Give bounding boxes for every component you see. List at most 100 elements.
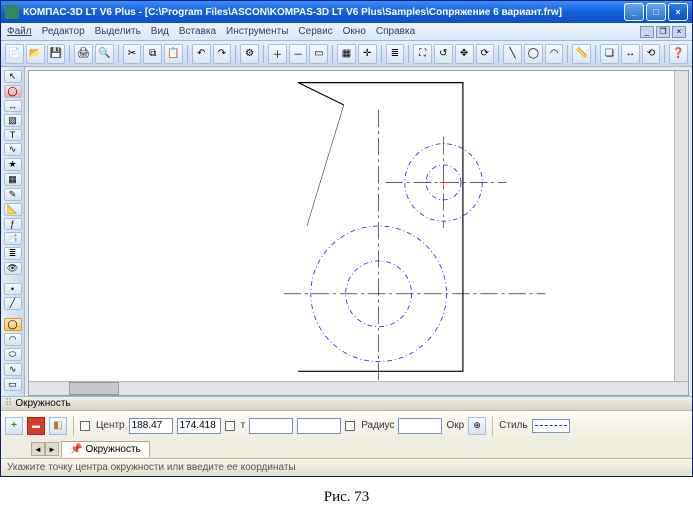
- point-y-input[interactable]: [297, 418, 341, 434]
- point-x-input[interactable]: [249, 418, 293, 434]
- zoom-in-button[interactable]: ＋: [268, 44, 287, 64]
- move-button[interactable]: ↔: [621, 44, 640, 64]
- save-button[interactable]: 💾: [47, 44, 66, 64]
- tool-view-button[interactable]: 👁: [4, 262, 22, 275]
- scroll-thumb[interactable]: [69, 382, 119, 395]
- drawing-canvas[interactable]: [29, 71, 674, 381]
- ruler-button[interactable]: 📏: [572, 44, 591, 64]
- toggle-button[interactable]: ◧: [49, 417, 67, 435]
- arc-button[interactable]: ◠: [545, 44, 564, 64]
- tool-text-button[interactable]: T: [4, 129, 22, 141]
- style-label: Стиль: [499, 420, 527, 431]
- tool-segment-button[interactable]: ╱: [4, 297, 22, 310]
- circle-button[interactable]: ◯: [524, 44, 543, 64]
- property-header[interactable]: ⠿ Окружность: [1, 397, 692, 411]
- property-title: Окружность: [15, 398, 70, 409]
- tab-circle[interactable]: 📌Окружность: [61, 441, 150, 457]
- menu-view[interactable]: Вид: [151, 26, 169, 37]
- refresh-button[interactable]: ⟳: [476, 44, 495, 64]
- tool-ellipse-button[interactable]: ⬭: [4, 348, 22, 361]
- tool-measure-button[interactable]: 📐: [4, 203, 22, 216]
- tool-symbol-button[interactable]: ★: [4, 158, 22, 171]
- help-ctx-button[interactable]: ❓: [669, 44, 688, 64]
- rotate-button[interactable]: ⟲: [642, 44, 661, 64]
- snap-button[interactable]: ✛: [358, 44, 377, 64]
- tool-point-button[interactable]: •: [4, 283, 22, 295]
- print-button[interactable]: 🖨: [74, 44, 93, 64]
- tool-param-button[interactable]: ƒ: [4, 218, 22, 230]
- grid-button[interactable]: ▦: [337, 44, 356, 64]
- menu-help[interactable]: Справка: [376, 26, 415, 37]
- tool-circle-button[interactable]: ◯: [4, 318, 22, 331]
- line-icon: ╲: [510, 48, 516, 59]
- radius-input[interactable]: [398, 418, 442, 434]
- props-button[interactable]: ⚙: [240, 44, 259, 64]
- pan-button[interactable]: ✥: [455, 44, 474, 64]
- property-tabs: ◄ ► 📌Окружность: [1, 440, 692, 458]
- menu-select[interactable]: Выделить: [95, 26, 141, 37]
- point-lock-checkbox[interactable]: [225, 421, 235, 431]
- mdi-minimize-button[interactable]: _: [640, 26, 654, 38]
- stop-icon: ▬: [32, 421, 40, 430]
- preview-button[interactable]: 🔍: [95, 44, 114, 64]
- center-lock-checkbox[interactable]: [80, 421, 90, 431]
- prev-view-button[interactable]: ↺: [434, 44, 453, 64]
- menu-service[interactable]: Сервис: [298, 26, 332, 37]
- tab-next-button[interactable]: ►: [45, 442, 59, 456]
- close-button[interactable]: ×: [668, 3, 688, 21]
- center-y-input[interactable]: [177, 418, 221, 434]
- move-icon: ↔: [625, 48, 635, 59]
- axes-icon: ⊕: [473, 420, 481, 431]
- line-button[interactable]: ╲: [503, 44, 522, 64]
- point-label: т: [241, 420, 246, 431]
- layer-icon: ≣: [9, 248, 17, 259]
- layer-icon: ≣: [391, 48, 399, 59]
- maximize-button[interactable]: □: [646, 3, 666, 21]
- menu-insert[interactable]: Вставка: [179, 26, 216, 37]
- tool-dim-button[interactable]: ↔: [4, 100, 22, 112]
- tool-arc-t-button[interactable]: ◠: [4, 333, 22, 346]
- style-dropdown[interactable]: [532, 419, 570, 433]
- tool-spec-button[interactable]: 📑: [4, 232, 22, 245]
- new-button[interactable]: 📄: [5, 44, 24, 64]
- copy-obj-button[interactable]: ❏: [600, 44, 619, 64]
- zoom-out-button[interactable]: －: [289, 44, 308, 64]
- tool-hatch-button[interactable]: ▨: [4, 114, 22, 127]
- minimize-button[interactable]: _: [624, 3, 644, 21]
- tool-layer-button[interactable]: ≣: [4, 247, 22, 260]
- fit-button[interactable]: ⛶: [413, 44, 432, 64]
- tool-edit-button[interactable]: ✎: [4, 188, 22, 201]
- cut-button[interactable]: ✂: [123, 44, 142, 64]
- tool-select-button[interactable]: ↖: [4, 70, 22, 83]
- tool-rough-button[interactable]: ∿: [4, 143, 22, 156]
- center-x-input[interactable]: [129, 418, 173, 434]
- redo-button[interactable]: ↷: [213, 44, 232, 64]
- menu-window[interactable]: Окно: [343, 26, 366, 37]
- zoom-rect-button[interactable]: ▭: [309, 44, 328, 64]
- mdi-close-button[interactable]: ×: [672, 26, 686, 38]
- application-window: КОМПАС-3D LT V6 Plus - [C:\Program Files…: [0, 0, 693, 477]
- menu-tools[interactable]: Инструменты: [226, 26, 288, 37]
- tab-prev-button[interactable]: ◄: [31, 442, 45, 456]
- auto-create-button[interactable]: +: [5, 417, 23, 435]
- spline-icon: ∿: [9, 364, 17, 375]
- paste-button[interactable]: 📋: [164, 44, 183, 64]
- tool-table-button[interactable]: ▦: [4, 173, 22, 186]
- horizontal-scrollbar[interactable]: [29, 381, 688, 395]
- tool-spline-button[interactable]: ∿: [4, 363, 22, 376]
- menu-file[interactable]: Файл: [7, 26, 32, 37]
- copy-button[interactable]: ⧉: [143, 44, 162, 64]
- mdi-restore-button[interactable]: ❐: [656, 26, 670, 38]
- table-icon: ▦: [8, 174, 17, 185]
- stop-button[interactable]: ▬: [27, 417, 45, 435]
- radius-lock-checkbox[interactable]: [345, 421, 355, 431]
- layer-button[interactable]: ≣: [386, 44, 405, 64]
- axes-toggle-button[interactable]: ⊕: [468, 417, 486, 435]
- vertical-scrollbar[interactable]: [674, 71, 688, 381]
- tool-geom-button[interactable]: ◯: [4, 85, 22, 98]
- titlebar: КОМПАС-3D LT V6 Plus - [C:\Program Files…: [1, 1, 692, 23]
- undo-button[interactable]: ↶: [192, 44, 211, 64]
- tool-rect-button[interactable]: ▭: [4, 378, 22, 391]
- menu-edit[interactable]: Редактор: [42, 26, 85, 37]
- open-button[interactable]: 📂: [26, 44, 45, 64]
